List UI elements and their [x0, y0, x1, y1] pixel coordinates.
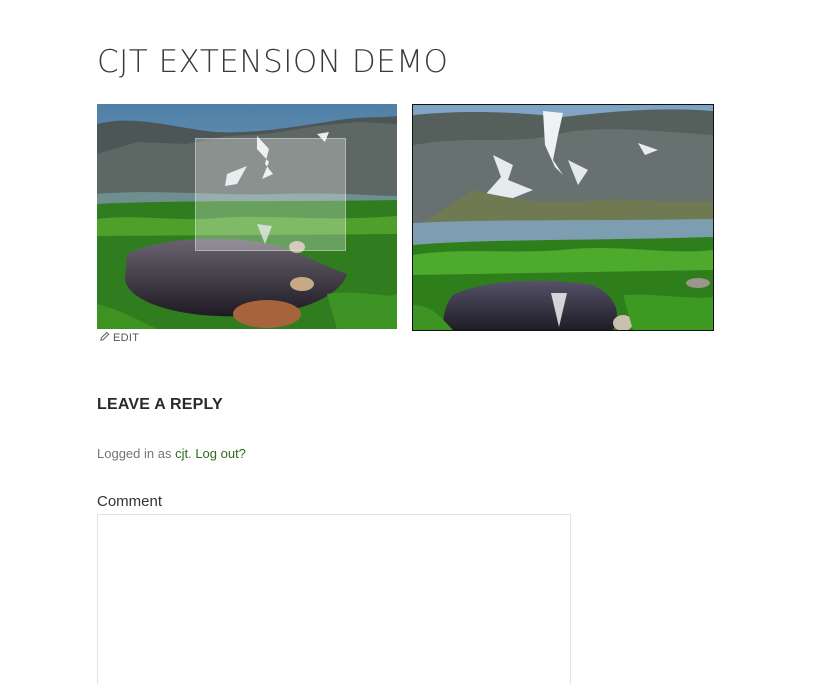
user-profile-link[interactable]: cjt: [175, 446, 188, 461]
logout-link[interactable]: Log out?: [195, 446, 246, 461]
leave-reply-heading: LEAVE A REPLY: [97, 396, 223, 413]
logged-in-status: Logged in as cjt. Log out?: [97, 446, 246, 461]
comment-label: Comment: [97, 493, 163, 510]
landscape-image-thumbnail[interactable]: [97, 104, 397, 329]
zoomed-landscape-art: [413, 105, 713, 330]
pencil-icon: [99, 331, 110, 345]
logged-in-prefix: Logged in as: [97, 446, 176, 461]
zoomed-image-view: [412, 104, 714, 331]
zoom-lens-overlay[interactable]: [195, 138, 346, 251]
edit-link-label: EDIT: [113, 332, 140, 344]
page-title: CJT EXTENSION DEMO: [97, 44, 449, 80]
comment-textarea[interactable]: [97, 514, 571, 684]
edit-link[interactable]: EDIT: [99, 331, 139, 345]
